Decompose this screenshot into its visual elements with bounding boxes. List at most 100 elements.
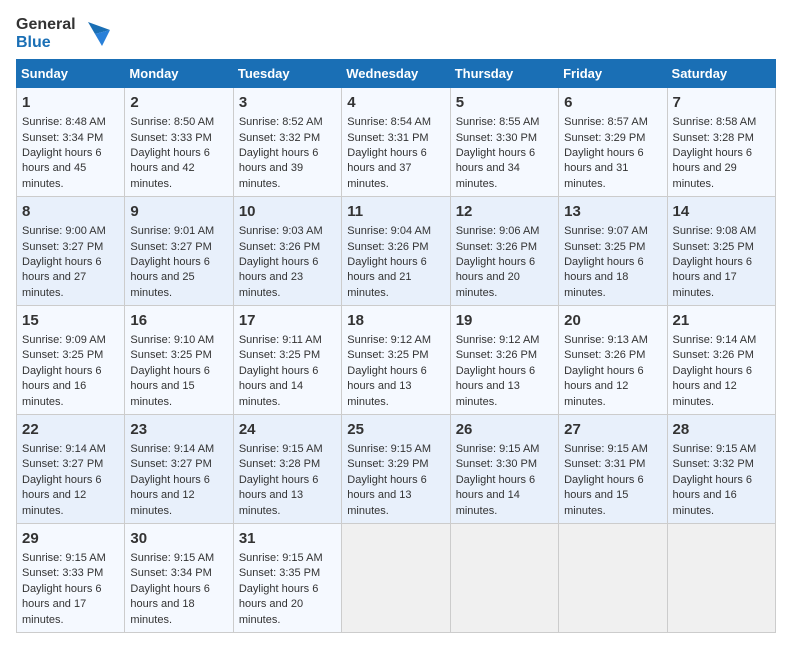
daylight: Daylight hours 6 hours and 14 minutes. [239,365,319,408]
sunset: Sunset: 3:25 PM [347,349,428,361]
logo: General Blue [16,16,110,51]
calendar-cell: 31Sunrise: 9:15 AMSunset: 3:35 PMDayligh… [233,524,341,633]
sunset: Sunset: 3:26 PM [673,349,754,361]
calendar-cell: 23Sunrise: 9:14 AMSunset: 3:27 PMDayligh… [125,415,233,524]
sunrise: Sunrise: 8:50 AM [130,116,214,128]
sunrise: Sunrise: 9:09 AM [22,334,106,346]
daylight: Daylight hours 6 hours and 15 minutes. [130,365,210,408]
sunrise: Sunrise: 9:15 AM [456,443,540,455]
day-number: 3 [239,92,336,113]
daylight: Daylight hours 6 hours and 20 minutes. [456,256,536,299]
sunrise: Sunrise: 9:14 AM [130,443,214,455]
sunset: Sunset: 3:33 PM [130,132,211,144]
sunrise: Sunrise: 9:15 AM [22,552,106,564]
sunrise: Sunrise: 8:54 AM [347,116,431,128]
sunrise: Sunrise: 9:08 AM [673,225,757,237]
header-saturday: Saturday [667,60,775,88]
daylight: Daylight hours 6 hours and 34 minutes. [456,147,536,190]
calendar-cell: 2Sunrise: 8:50 AMSunset: 3:33 PMDaylight… [125,88,233,197]
sunset: Sunset: 3:32 PM [673,458,754,470]
calendar-cell [450,524,558,633]
sunrise: Sunrise: 9:14 AM [22,443,106,455]
sunrise: Sunrise: 9:15 AM [239,552,323,564]
daylight: Daylight hours 6 hours and 20 minutes. [239,583,319,626]
sunset: Sunset: 3:27 PM [22,458,103,470]
sunset: Sunset: 3:25 PM [564,241,645,253]
day-number: 28 [673,419,770,440]
calendar-cell: 9Sunrise: 9:01 AMSunset: 3:27 PMDaylight… [125,197,233,306]
day-number: 26 [456,419,553,440]
sunset: Sunset: 3:26 PM [239,241,320,253]
daylight: Daylight hours 6 hours and 13 minutes. [347,474,427,517]
calendar-cell: 19Sunrise: 9:12 AMSunset: 3:26 PMDayligh… [450,306,558,415]
calendar-cell: 30Sunrise: 9:15 AMSunset: 3:34 PMDayligh… [125,524,233,633]
day-number: 16 [130,310,227,331]
calendar-cell: 25Sunrise: 9:15 AMSunset: 3:29 PMDayligh… [342,415,450,524]
sunset: Sunset: 3:29 PM [347,458,428,470]
calendar-cell: 1Sunrise: 8:48 AMSunset: 3:34 PMDaylight… [17,88,125,197]
daylight: Daylight hours 6 hours and 13 minutes. [456,365,536,408]
calendar-cell [342,524,450,633]
page-header: General Blue [16,16,776,51]
daylight: Daylight hours 6 hours and 16 minutes. [22,365,102,408]
day-number: 10 [239,201,336,222]
calendar-week-row: 8Sunrise: 9:00 AMSunset: 3:27 PMDaylight… [17,197,776,306]
calendar-cell: 29 Sunrise: 9:15 AM Sunset: 3:33 PM Dayligh… [17,524,125,633]
day-number: 13 [564,201,661,222]
day-number: 17 [239,310,336,331]
sunrise: Sunrise: 9:04 AM [347,225,431,237]
calendar-cell [667,524,775,633]
sunrise: Sunrise: 9:15 AM [130,552,214,564]
calendar-cell: 24Sunrise: 9:15 AMSunset: 3:28 PMDayligh… [233,415,341,524]
header-monday: Monday [125,60,233,88]
sunrise: Sunrise: 8:58 AM [673,116,757,128]
calendar-week-row: 22Sunrise: 9:14 AMSunset: 3:27 PMDayligh… [17,415,776,524]
daylight: Daylight hours 6 hours and 17 minutes. [22,583,102,626]
sunrise: Sunrise: 9:07 AM [564,225,648,237]
sunrise: Sunrise: 9:15 AM [564,443,648,455]
calendar-cell: 26Sunrise: 9:15 AMSunset: 3:30 PMDayligh… [450,415,558,524]
sunset: Sunset: 3:26 PM [564,349,645,361]
sunrise: Sunrise: 9:12 AM [347,334,431,346]
daylight: Daylight hours 6 hours and 18 minutes. [130,583,210,626]
calendar-week-row: 1Sunrise: 8:48 AMSunset: 3:34 PMDaylight… [17,88,776,197]
daylight: Daylight hours 6 hours and 15 minutes. [564,474,644,517]
sunrise: Sunrise: 8:52 AM [239,116,323,128]
sunset: Sunset: 3:33 PM [22,567,103,579]
daylight: Daylight hours 6 hours and 25 minutes. [130,256,210,299]
day-number: 27 [564,419,661,440]
calendar-cell [559,524,667,633]
calendar-cell: 3Sunrise: 8:52 AMSunset: 3:32 PMDaylight… [233,88,341,197]
daylight: Daylight hours 6 hours and 27 minutes. [22,256,102,299]
calendar-cell: 11Sunrise: 9:04 AMSunset: 3:26 PMDayligh… [342,197,450,306]
day-number: 12 [456,201,553,222]
calendar-table: SundayMondayTuesdayWednesdayThursdayFrid… [16,59,776,633]
calendar-cell: 22Sunrise: 9:14 AMSunset: 3:27 PMDayligh… [17,415,125,524]
sunset: Sunset: 3:28 PM [673,132,754,144]
calendar-cell: 7Sunrise: 8:58 AMSunset: 3:28 PMDaylight… [667,88,775,197]
day-number: 20 [564,310,661,331]
header-sunday: Sunday [17,60,125,88]
day-number: 29 [22,528,119,549]
sunrise: Sunrise: 9:12 AM [456,334,540,346]
daylight: Daylight hours 6 hours and 31 minutes. [564,147,644,190]
daylight: Daylight hours 6 hours and 13 minutes. [239,474,319,517]
sunset: Sunset: 3:35 PM [239,567,320,579]
calendar-cell: 16Sunrise: 9:10 AMSunset: 3:25 PMDayligh… [125,306,233,415]
daylight: Daylight hours 6 hours and 45 minutes. [22,147,102,190]
daylight: Daylight hours 6 hours and 12 minutes. [564,365,644,408]
daylight: Daylight hours 6 hours and 12 minutes. [673,365,753,408]
sunset: Sunset: 3:34 PM [130,567,211,579]
sunrise: Sunrise: 9:03 AM [239,225,323,237]
logo-bird-icon [80,22,110,46]
daylight: Daylight hours 6 hours and 23 minutes. [239,256,319,299]
logo-text-block: General Blue [16,16,76,51]
sunset: Sunset: 3:25 PM [130,349,211,361]
calendar-cell: 18Sunrise: 9:12 AMSunset: 3:25 PMDayligh… [342,306,450,415]
header-thursday: Thursday [450,60,558,88]
calendar-cell: 6Sunrise: 8:57 AMSunset: 3:29 PMDaylight… [559,88,667,197]
sunset: Sunset: 3:27 PM [130,458,211,470]
day-number: 8 [22,201,119,222]
day-number: 2 [130,92,227,113]
day-number: 6 [564,92,661,113]
